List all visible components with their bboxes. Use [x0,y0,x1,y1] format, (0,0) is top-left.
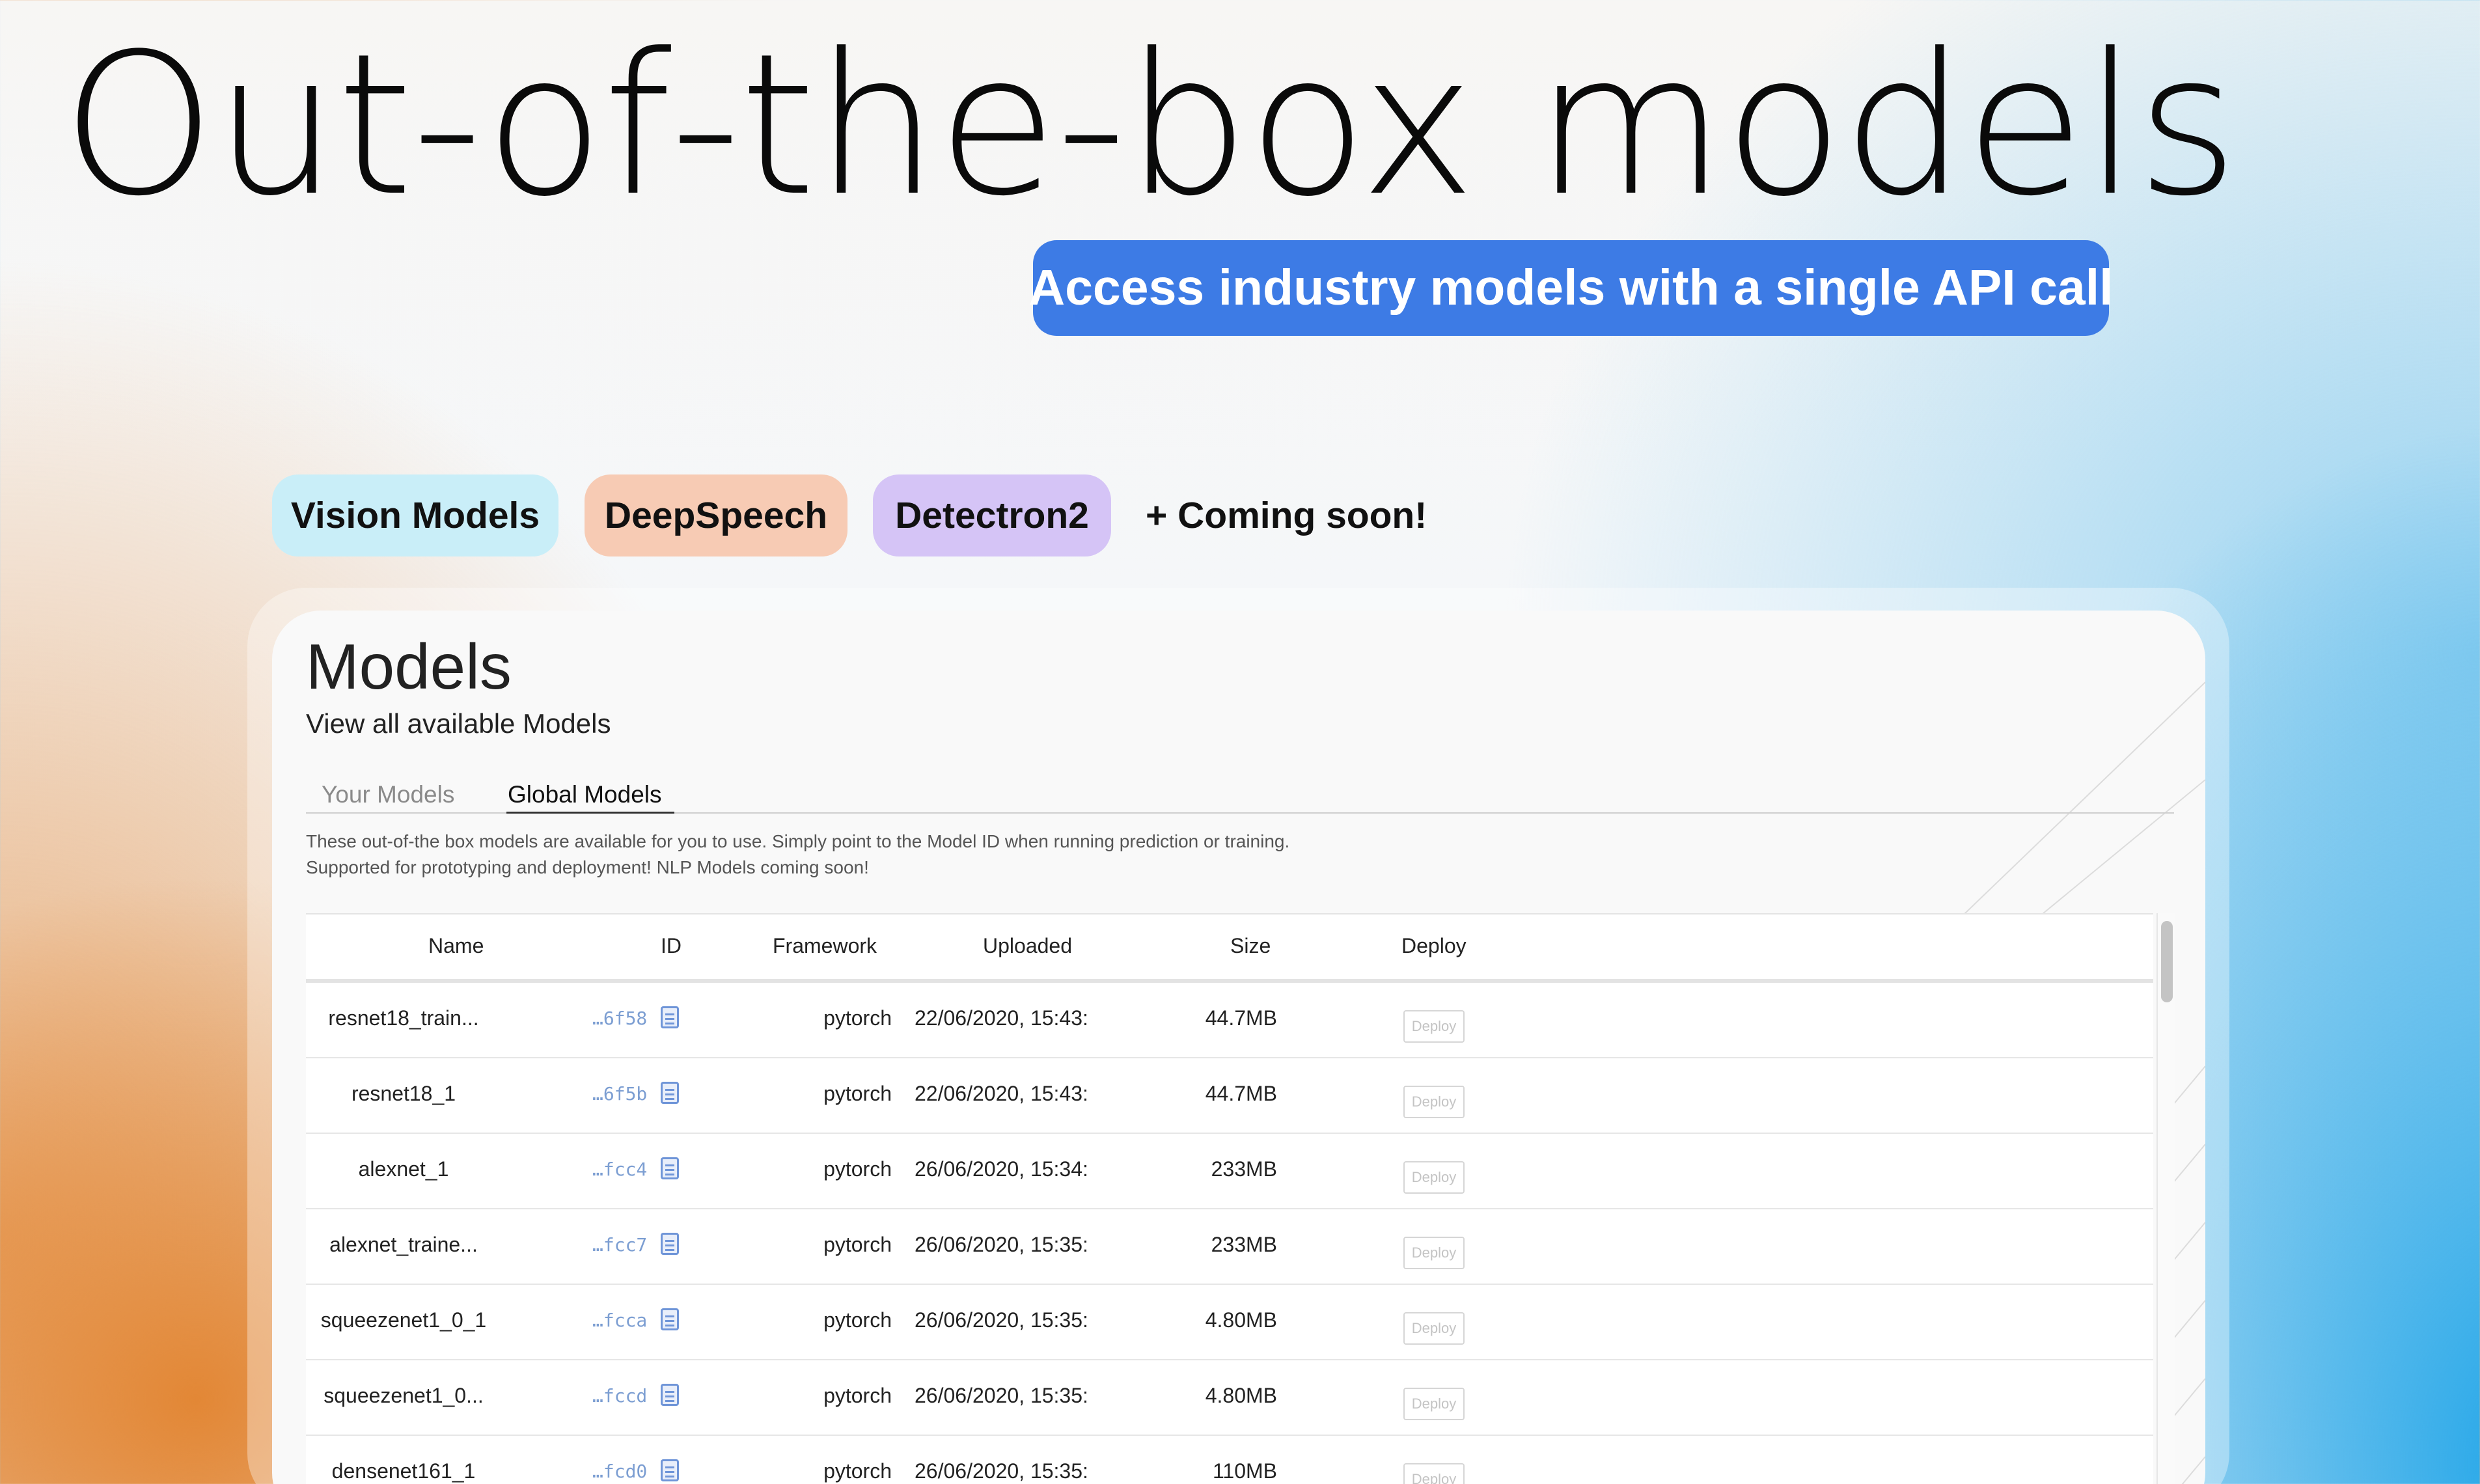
pill-vision-models: Vision Models [272,474,558,556]
column-header-name[interactable]: Name [428,934,484,958]
model-uploaded: 26/06/2020, 15:35: [915,1459,1088,1483]
model-framework: pytorch [823,1384,892,1407]
model-framework: pytorch [823,1459,892,1483]
model-name: resnet18_1 [351,1082,456,1105]
deploy-button[interactable]: Deploy [1403,1010,1465,1043]
model-id: …fcca [592,1310,648,1331]
models-tabs: Your Models Global Models [306,781,2174,814]
tab-global-models[interactable]: Global Models [508,781,662,808]
table-header: Name ID Framework Uploaded Size Deploy [306,914,2153,983]
model-name: resnet18_train... [328,1006,479,1030]
table-row: densenet161_1 …fcd0 pytorch 26/06/2020, … [306,1436,2153,1484]
models-table: Name ID Framework Uploaded Size Deploy r… [306,913,2153,1484]
copy-icon[interactable] [661,1459,679,1481]
column-header-deploy: Deploy [1401,934,1467,957]
model-size: 4.80MB [1205,1308,1277,1332]
hero-title: Out-of-the-box models [62,12,2239,239]
copy-icon[interactable] [661,1308,679,1330]
model-framework: pytorch [823,1006,892,1030]
model-size: 233MB [1211,1233,1277,1256]
table-row: squeezenet1_0... …fccd pytorch 26/06/202… [306,1360,2153,1436]
model-uploaded: 26/06/2020, 15:35: [915,1308,1088,1332]
copy-icon[interactable] [661,1082,679,1104]
deploy-button[interactable]: Deploy [1403,1312,1465,1345]
description-line-1: These out-of-the box models are availabl… [306,831,1290,851]
deploy-button[interactable]: Deploy [1403,1463,1465,1484]
table-row: resnet18_train... …6f58 pytorch 22/06/20… [306,983,2153,1058]
model-size: 44.7MB [1205,1006,1277,1030]
column-header-id[interactable]: ID [661,934,682,958]
copy-icon[interactable] [661,1384,679,1406]
coming-soon-label: + Coming soon! [1146,495,1427,536]
deploy-button[interactable]: Deploy [1403,1161,1465,1194]
deploy-button[interactable]: Deploy [1403,1237,1465,1269]
pill-deepspeech: DeepSpeech [585,474,847,556]
table-scrollbar[interactable] [2156,913,2175,1484]
tab-your-models[interactable]: Your Models [322,781,454,808]
model-framework: pytorch [823,1157,892,1181]
table-row: alexnet_1 …fcc4 pytorch 26/06/2020, 15:3… [306,1134,2153,1209]
model-id: …fcc4 [592,1159,648,1180]
column-header-size[interactable]: Size [1230,934,1271,958]
model-id: …fcd0 [592,1461,648,1482]
hero-subtitle-banner: Access industry models with a single API… [1028,240,2114,336]
model-framework: pytorch [823,1308,892,1332]
model-uploaded: 26/06/2020, 15:34: [915,1157,1088,1181]
model-size: 110MB [1212,1459,1277,1483]
model-uploaded: 26/06/2020, 15:35: [915,1233,1088,1256]
model-framework: pytorch [823,1082,892,1105]
model-size: 233MB [1211,1157,1277,1181]
column-header-framework[interactable]: Framework [773,934,877,958]
model-name: alexnet_traine... [329,1233,478,1256]
model-size: 4.80MB [1205,1384,1277,1407]
models-description: These out-of-the box models are availabl… [306,829,1289,881]
table-row: resnet18_1 …6f5b pytorch 22/06/2020, 15:… [306,1058,2153,1134]
deploy-button[interactable]: Deploy [1403,1086,1465,1118]
model-name: densenet161_1 [331,1459,476,1483]
models-title: Models [306,631,512,702]
model-id: …6f58 [592,1008,648,1029]
table-row: squeezenet1_0_1 …fcca pytorch 26/06/2020… [306,1285,2153,1360]
copy-icon[interactable] [661,1157,679,1179]
model-size: 44.7MB [1205,1082,1277,1105]
copy-icon[interactable] [661,1006,679,1028]
scrollbar-thumb[interactable] [2161,921,2173,1002]
column-header-uploaded[interactable]: Uploaded [983,934,1072,958]
deploy-button[interactable]: Deploy [1403,1388,1465,1420]
model-name: alexnet_1 [358,1157,449,1181]
model-id: …fcc7 [592,1234,648,1256]
model-framework: pytorch [823,1233,892,1256]
active-tab-indicator [506,812,674,814]
models-panel: Models View all available Models Your Mo… [272,611,2205,1484]
models-subtitle: View all available Models [306,708,611,739]
pill-detectron2: Detectron2 [873,474,1111,556]
model-uploaded: 22/06/2020, 15:43: [915,1006,1088,1030]
copy-icon[interactable] [661,1233,679,1255]
table-row: alexnet_traine... …fcc7 pytorch 26/06/20… [306,1209,2153,1285]
model-name: squeezenet1_0_1 [320,1308,487,1332]
model-uploaded: 22/06/2020, 15:43: [915,1082,1088,1105]
model-id: …6f5b [592,1083,648,1105]
description-line-2: Supported for prototyping and deployment… [306,857,869,877]
model-name: squeezenet1_0... [324,1384,484,1407]
model-uploaded: 26/06/2020, 15:35: [915,1384,1088,1407]
model-id: …fccd [592,1385,648,1407]
